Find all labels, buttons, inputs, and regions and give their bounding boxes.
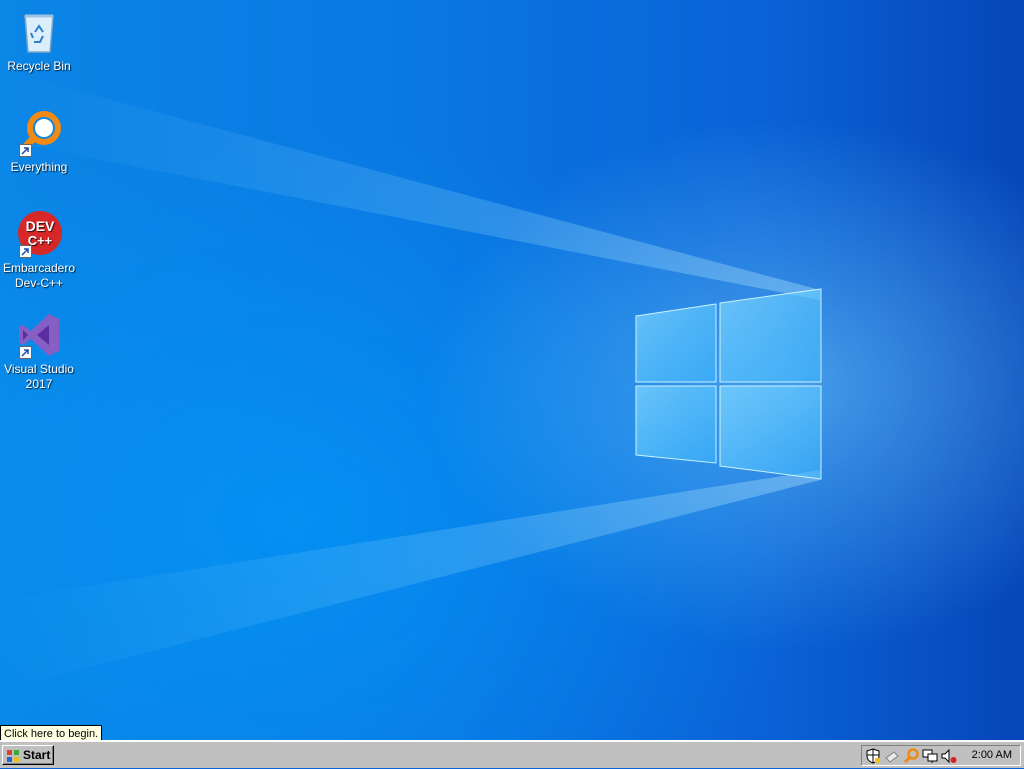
shortcut-arrow-icon — [19, 346, 32, 359]
network-drive-icon[interactable] — [884, 748, 900, 764]
desktop-icon-label: Everything — [10, 160, 68, 174]
taskbar: Start 2:00 AM — [0, 740, 1024, 768]
desktop-icon-devcpp[interactable]: DEV C++ Embarcadero Dev-C++ — [0, 210, 78, 291]
start-label: Start — [23, 748, 51, 762]
start-button[interactable]: Start — [2, 745, 54, 765]
everything-search-icon — [15, 109, 63, 157]
desktop-icon-label: Recycle Bin — [7, 59, 71, 73]
everything-tray-icon[interactable] — [903, 748, 919, 764]
desktop-icon-recycle-bin[interactable]: Recycle Bin — [0, 8, 78, 74]
devcpp-icon: DEV C++ — [15, 210, 63, 258]
windows-logo-wallpaper-graphic — [0, 70, 822, 690]
volume-muted-icon[interactable] — [941, 748, 957, 764]
desktop-icon-visual-studio[interactable]: Visual Studio 2017 — [0, 311, 78, 392]
security-shield-icon[interactable] — [865, 748, 881, 764]
taskbar-clock[interactable]: 2:00 AM — [972, 746, 1012, 765]
system-tray: 2:00 AM — [861, 745, 1021, 766]
windows-flag-icon — [7, 750, 19, 762]
shortcut-arrow-icon — [19, 144, 32, 157]
devcpp-logo-text: DEV — [26, 218, 55, 234]
desktop-icon-label: Embarcadero Dev-C++ — [2, 261, 76, 290]
visual-studio-icon — [15, 311, 63, 359]
network-icon[interactable] — [922, 748, 938, 764]
recycle-bin-icon — [15, 8, 63, 56]
desktop-icon-everything[interactable]: Everything — [0, 109, 78, 175]
desktop-wallpaper[interactable]: Recycle Bin Everything DEV C++ Embarcade… — [0, 0, 1024, 740]
shortcut-arrow-icon — [19, 245, 32, 258]
desktop-icon-label: Visual Studio 2017 — [4, 362, 74, 391]
